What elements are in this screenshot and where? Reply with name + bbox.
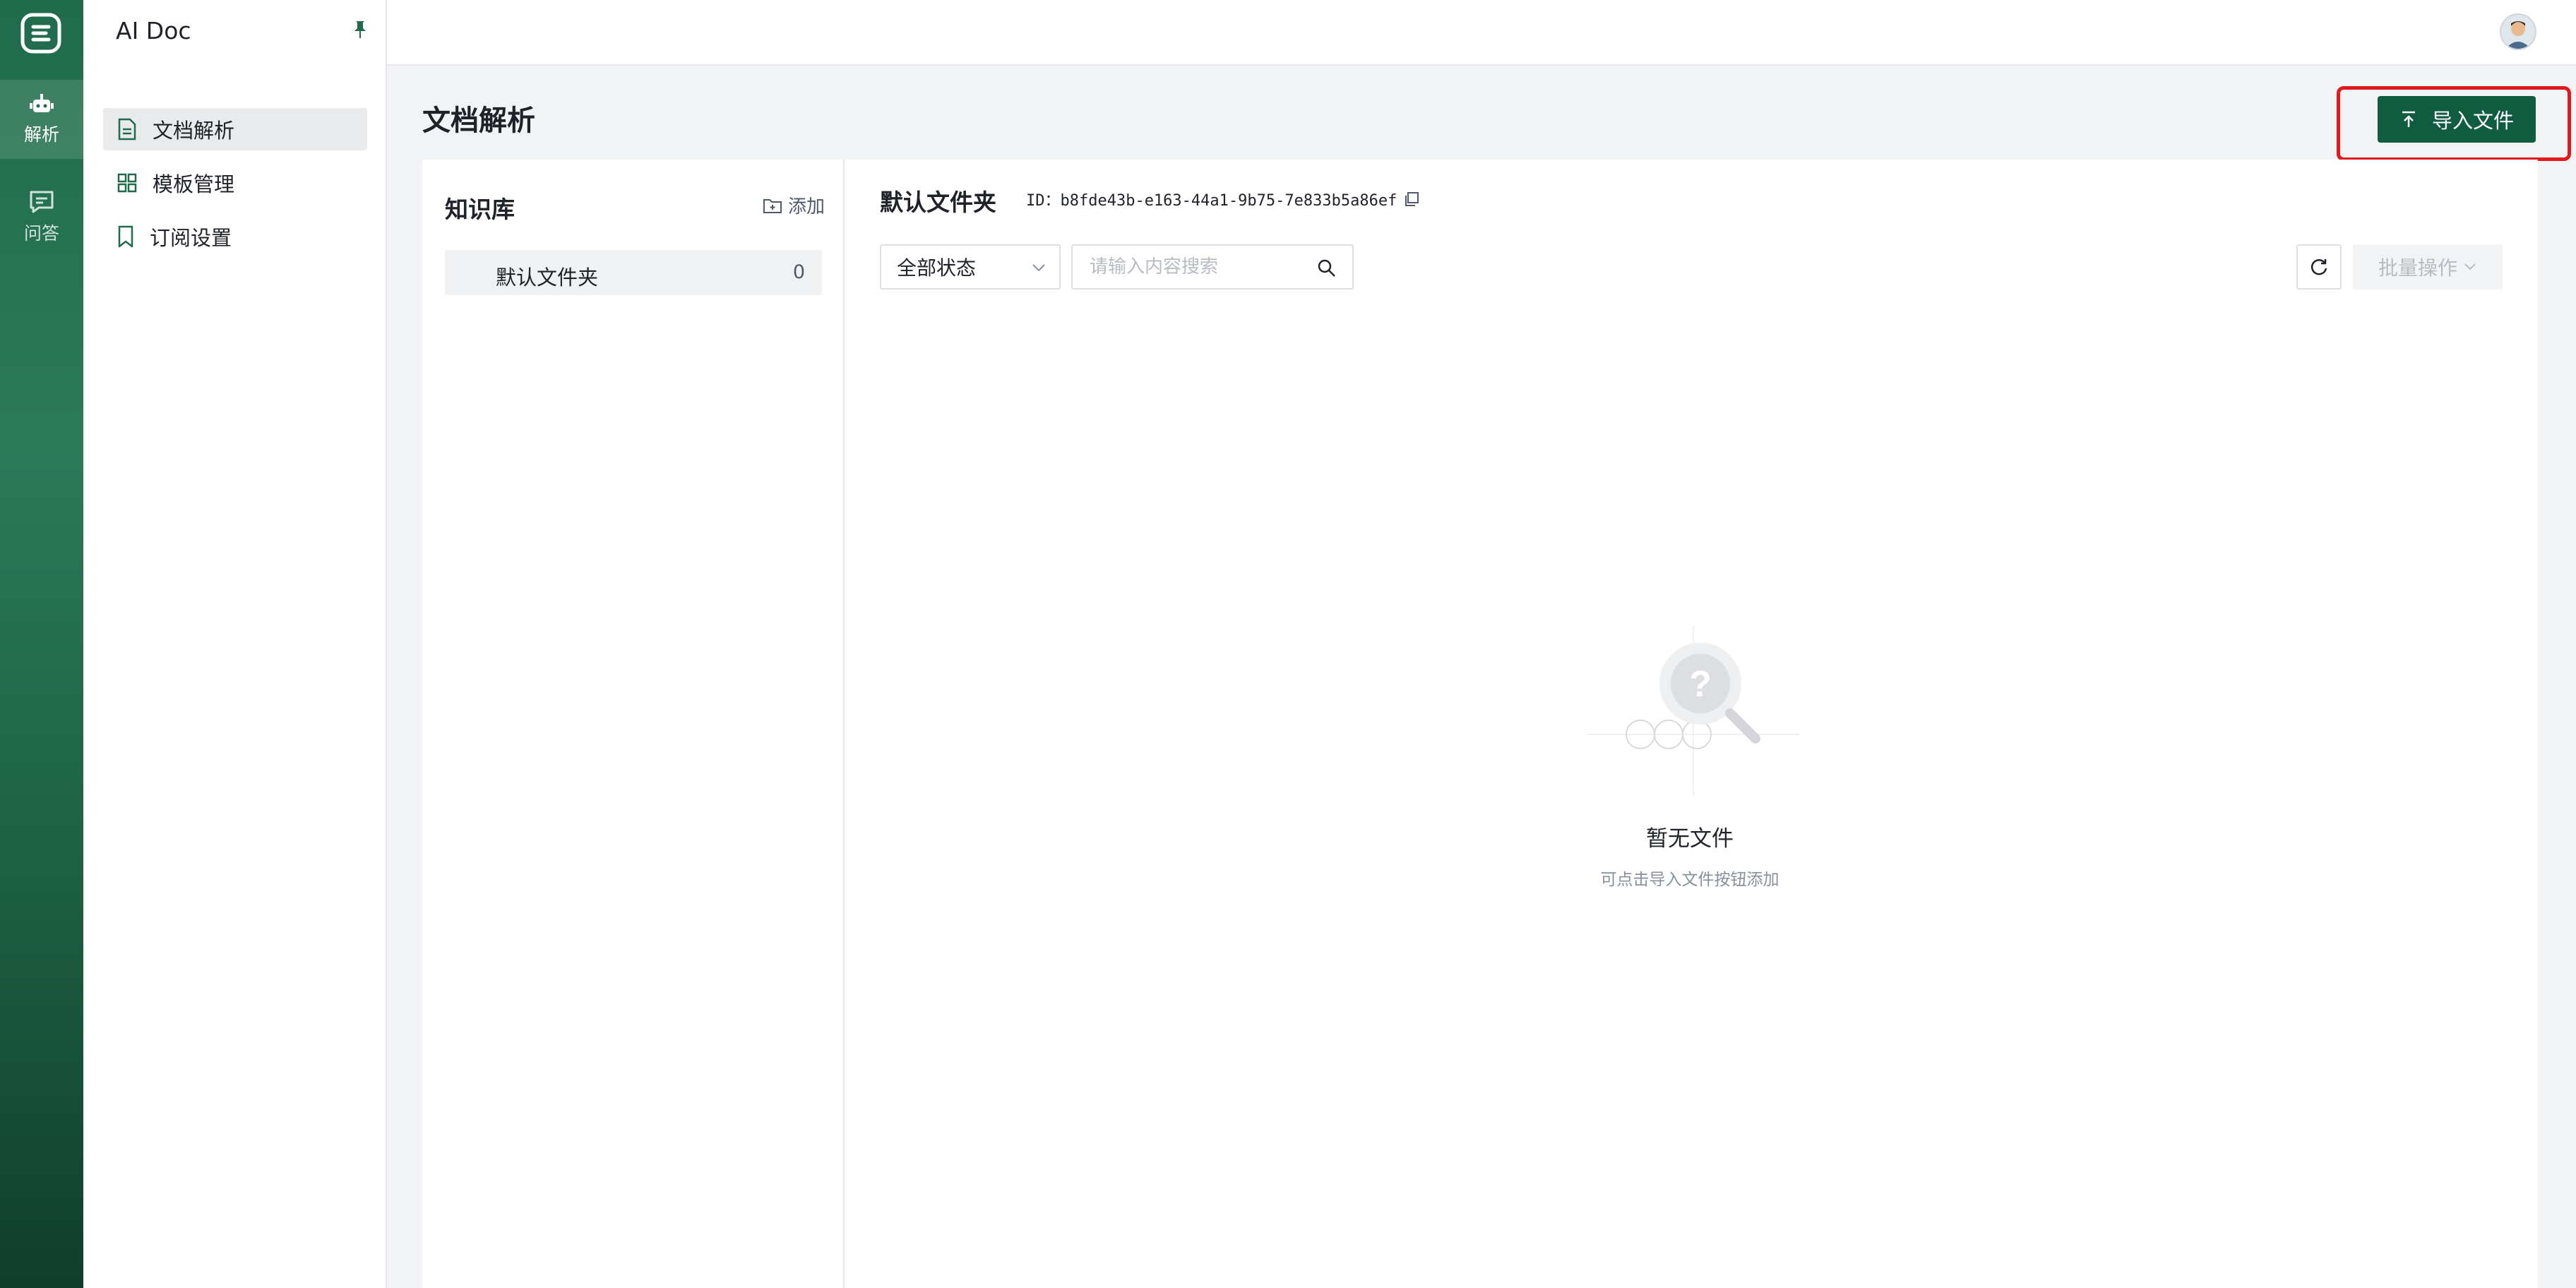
highlight-box <box>2337 86 2571 161</box>
bookmark-icon <box>118 225 133 248</box>
folder-name: 默认文件夹 <box>496 266 599 290</box>
refresh-icon <box>2310 259 2327 275</box>
batch-operations-label: 批量操作 <box>2378 256 2457 280</box>
page-title: 文档解析 <box>422 105 535 137</box>
batch-operations-button[interactable]: 批量操作 <box>2353 244 2503 290</box>
folder-id: ID：b8fde43b-e163-44a1-9b75-7e833b5a86ef <box>1026 188 1419 210</box>
rail-item-label: 问答 <box>23 223 59 244</box>
avatar-icon <box>2505 21 2531 49</box>
pin-icon[interactable] <box>352 20 369 40</box>
main-panel: 知识库 添加 默认文件夹 0 默认文件夹 ID：b8fde43b-e163-44… <box>422 160 2538 1288</box>
search-box <box>1071 244 1354 290</box>
sidebar: AI Doc 文档解析 模板管理 订阅设置 <box>83 0 387 1288</box>
user-avatar[interactable] <box>2500 13 2536 50</box>
sidebar-item-subscriptions[interactable]: 订阅设置 <box>103 215 367 258</box>
app-logo-icon[interactable] <box>20 13 61 54</box>
robot-icon <box>30 94 54 112</box>
chat-icon <box>30 191 54 213</box>
rail-item-label: 解析 <box>23 124 59 145</box>
app-rail: 解析 问答 <box>0 0 83 1288</box>
chevron-down-icon <box>2464 263 2476 270</box>
app-title: AI Doc <box>116 17 191 44</box>
document-icon <box>118 118 136 141</box>
empty-state-illustration: ? <box>1587 626 1799 795</box>
chevron-down-icon <box>1032 264 1045 272</box>
rail-item-parse[interactable]: 解析 <box>0 80 83 159</box>
rail-item-qa[interactable]: 问答 <box>0 178 83 257</box>
add-folder-label: 添加 <box>788 196 825 217</box>
folder-count: 0 <box>792 261 805 283</box>
sidebar-item-label: 文档解析 <box>153 119 235 143</box>
folder-id-text: ID：b8fde43b-e163-44a1-9b75-7e833b5a86ef <box>1026 192 1397 210</box>
status-filter-select[interactable]: 全部状态 <box>880 244 1061 290</box>
status-filter-value: 全部状态 <box>897 256 977 280</box>
sidebar-item-label: 模板管理 <box>153 172 235 196</box>
knowledge-base-panel: 知识库 添加 默认文件夹 0 <box>422 160 845 1288</box>
add-folder-button[interactable]: 添加 <box>763 192 825 218</box>
grid-icon <box>117 173 137 193</box>
refresh-button[interactable] <box>2296 244 2342 290</box>
folder-add-icon <box>763 198 782 213</box>
top-bar <box>387 0 2576 66</box>
sidebar-item-doc-parse[interactable]: 文档解析 <box>103 108 367 150</box>
search-input[interactable] <box>1073 246 1313 288</box>
sidebar-item-label: 订阅设置 <box>150 226 232 250</box>
svg-text:?: ? <box>1689 664 1712 705</box>
sidebar-item-templates[interactable]: 模板管理 <box>103 162 367 204</box>
folder-title: 默认文件夹 <box>880 189 996 216</box>
folder-list-item[interactable]: 默认文件夹 0 <box>445 250 822 295</box>
search-icon[interactable] <box>1317 258 1337 278</box>
knowledge-base-title: 知识库 <box>445 196 515 223</box>
copy-icon[interactable] <box>1404 191 1419 207</box>
empty-state-title: 暂无文件 <box>1646 826 1734 852</box>
empty-state-subtitle: 可点击导入文件按钮添加 <box>1600 871 1779 889</box>
